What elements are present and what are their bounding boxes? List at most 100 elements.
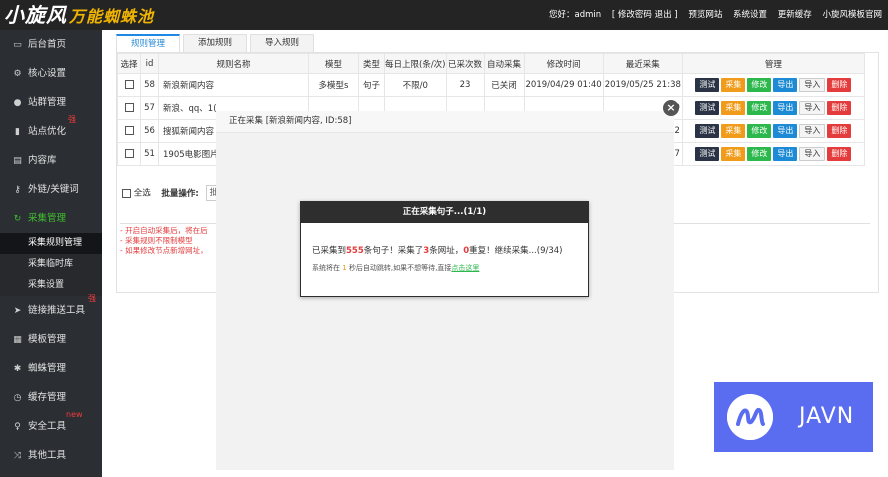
system-settings-link[interactable]: 系统设置 xyxy=(733,10,767,20)
top-bar: 小旋风 万能蜘蛛池 您好：admin [ 修改密码 退出 ] 预览网站 系统设置 … xyxy=(0,0,888,30)
sidebar-item-templates[interactable]: ▦ 模板管理 xyxy=(0,325,102,354)
select-all-checkbox[interactable] xyxy=(122,188,131,198)
sidebar-item-links-keywords[interactable]: ⚷ 外链/关键词 xyxy=(0,175,102,204)
row-actions: 测试 采集 修改 导出 导入 删除 xyxy=(681,142,865,166)
test-button[interactable]: 测试 xyxy=(695,101,720,115)
sidebar-item-home[interactable]: ▭ 后台首页 xyxy=(0,30,102,59)
user-icon: ● xyxy=(13,98,22,108)
countdown-seconds: 1 xyxy=(342,264,347,272)
sidebar-item-site-group[interactable]: ● 站群管理 xyxy=(0,88,102,117)
site-logo: 小旋风 万能蜘蛛池 xyxy=(4,3,154,27)
import-button[interactable]: 导入 xyxy=(799,147,826,161)
row-checkbox[interactable] xyxy=(124,126,134,135)
edit-button[interactable]: 修改 xyxy=(747,101,772,115)
sidebar-subitem-rule-management[interactable]: 采集规则管理 xyxy=(0,233,102,254)
gear-icon: ⚙ xyxy=(13,69,22,79)
row-id: 58 xyxy=(140,73,159,97)
shuffle-icon: ⤨ xyxy=(13,451,22,461)
sidebar-item-label: 外链/关键词 xyxy=(28,184,79,195)
bulb-icon: ♀ xyxy=(14,422,21,432)
test-button[interactable]: 测试 xyxy=(695,147,720,161)
msg-text: 重复！继续采集...(9/34) xyxy=(469,246,563,256)
export-button[interactable]: 导出 xyxy=(773,78,798,92)
sidebar-subitem-collection-settings[interactable]: 采集设置 xyxy=(0,275,102,296)
export-button[interactable]: 导出 xyxy=(773,147,798,161)
document-icon: ▤ xyxy=(13,156,22,166)
delete-button[interactable]: 删除 xyxy=(827,147,852,161)
sidebar-item-label: 蜘蛛管理 xyxy=(28,363,67,374)
row-actions: 测试 采集 修改 导出 导入 删除 xyxy=(681,73,865,97)
watermark-text: JAVN xyxy=(799,404,855,429)
dialog-title: 正在采集句子...(1/1) xyxy=(301,202,588,223)
collect-button[interactable]: 采集 xyxy=(721,78,746,92)
import-button[interactable]: 导入 xyxy=(799,124,826,138)
sidebar-item-label: 采集管理 xyxy=(28,213,67,224)
row-limit: 不限/0 xyxy=(384,73,447,97)
progress-dialog: 正在采集句子...(1/1) 已采集到555条句子！采集了3条网址，0重复！继续… xyxy=(300,201,589,297)
delete-button[interactable]: 删除 xyxy=(827,78,852,92)
delete-button[interactable]: 删除 xyxy=(827,101,852,115)
row-id: 56 xyxy=(140,119,159,143)
logo-main-text: 小旋风 xyxy=(4,3,67,27)
click-here-link[interactable]: 点击这里 xyxy=(451,264,479,272)
sidebar-item-label: 模板管理 xyxy=(28,334,67,345)
msg-text: 条句子！采集了 xyxy=(363,246,424,256)
sidebar: ▭ 后台首页 ⚙ 核心设置 ● 站群管理 ▮ 站点优化强 ▤ 内容库 ⚷ 外链/关键词 ↻ 采… xyxy=(0,30,102,477)
tab-add-rule[interactable]: 添加规则 xyxy=(183,34,248,52)
row-checkbox[interactable] xyxy=(124,103,134,112)
refresh-icon: ↻ xyxy=(13,214,22,224)
collect-button[interactable]: 采集 xyxy=(721,101,746,115)
row-checkbox[interactable] xyxy=(124,149,134,158)
sidebar-item-site-optimize[interactable]: ▮ 站点优化强 xyxy=(0,115,102,146)
sidebar-item-label: 安全工具 xyxy=(28,421,67,432)
sentence-count: 555 xyxy=(346,246,364,256)
sidebar-item-cache[interactable]: ◷ 缓存管理 xyxy=(0,383,102,412)
preview-site-link[interactable]: 预览网站 xyxy=(688,10,722,20)
sidebar-item-label: 后台首页 xyxy=(28,39,67,50)
edit-button[interactable]: 修改 xyxy=(747,124,772,138)
msg-text: 已采集到 xyxy=(312,246,347,256)
table-header-row: 选择 id 规则名称 模型 类型 每日上限(条/次) 已采次数 自动采集 修改时… xyxy=(117,53,865,74)
close-icon[interactable]: × xyxy=(663,100,679,116)
test-button[interactable]: 测试 xyxy=(695,78,720,92)
logo-sub-text: 万能蜘蛛池 xyxy=(69,7,155,26)
column-header: 模型 xyxy=(308,53,359,74)
sidebar-item-other-tools[interactable]: ⤨ 其他工具 xyxy=(0,441,102,470)
sidebar-subitem-temp-library[interactable]: 采集临时库 xyxy=(0,254,102,275)
spider-icon: ✱ xyxy=(13,364,22,374)
column-header: id xyxy=(140,53,159,74)
sidebar-item-core-settings[interactable]: ⚙ 核心设置 xyxy=(0,59,102,88)
column-header: 管理 xyxy=(681,53,865,74)
edit-button[interactable]: 修改 xyxy=(747,78,772,92)
tab-import-rule[interactable]: 导入规则 xyxy=(250,34,315,52)
strong-badge: 强 xyxy=(68,115,76,124)
watermark-logo-icon xyxy=(727,394,773,440)
row-last-collect: 2019/05/25 21:38 xyxy=(602,73,683,97)
edit-button[interactable]: 修改 xyxy=(747,147,772,161)
sidebar-item-security[interactable]: ♀ 安全工具 new xyxy=(0,410,102,441)
tab-rule-management[interactable]: 规则管理 xyxy=(116,34,181,52)
select-all-label: 全选 xyxy=(133,188,151,199)
test-button[interactable]: 测试 xyxy=(695,124,720,138)
import-button[interactable]: 导入 xyxy=(799,101,826,115)
import-button[interactable]: 导入 xyxy=(799,78,826,92)
row-checkbox[interactable] xyxy=(124,80,134,89)
sidebar-item-content-library[interactable]: ▤ 内容库 xyxy=(0,146,102,175)
bulk-actions-label: 批量操作: xyxy=(161,188,199,199)
msg-text: 系统将在 xyxy=(312,264,340,272)
sidebar-item-collection[interactable]: ↻ 采集管理 xyxy=(0,204,102,233)
update-cache-link[interactable]: 更新缓存 xyxy=(778,10,812,20)
official-site-link[interactable]: 小旋风模板官网 xyxy=(822,10,882,20)
delete-button[interactable]: 删除 xyxy=(827,124,852,138)
account-links[interactable]: [ 修改密码 退出 ] xyxy=(612,10,678,20)
watermark-badge: JAVN xyxy=(714,382,873,452)
collect-button[interactable]: 采集 xyxy=(721,147,746,161)
row-auto-status: 已关闭 xyxy=(483,73,525,97)
sidebar-item-spiders[interactable]: ✱ 蜘蛛管理 xyxy=(0,354,102,383)
collect-button[interactable]: 采集 xyxy=(721,124,746,138)
export-button[interactable]: 导出 xyxy=(773,124,798,138)
sidebar-item-link-push[interactable]: ➤ 链接推送工具强 xyxy=(0,294,102,325)
row-actions: 测试 采集 修改 导出 导入 删除 xyxy=(681,96,865,120)
export-button[interactable]: 导出 xyxy=(773,101,798,115)
sidebar-item-label: 内容库 xyxy=(28,155,57,166)
